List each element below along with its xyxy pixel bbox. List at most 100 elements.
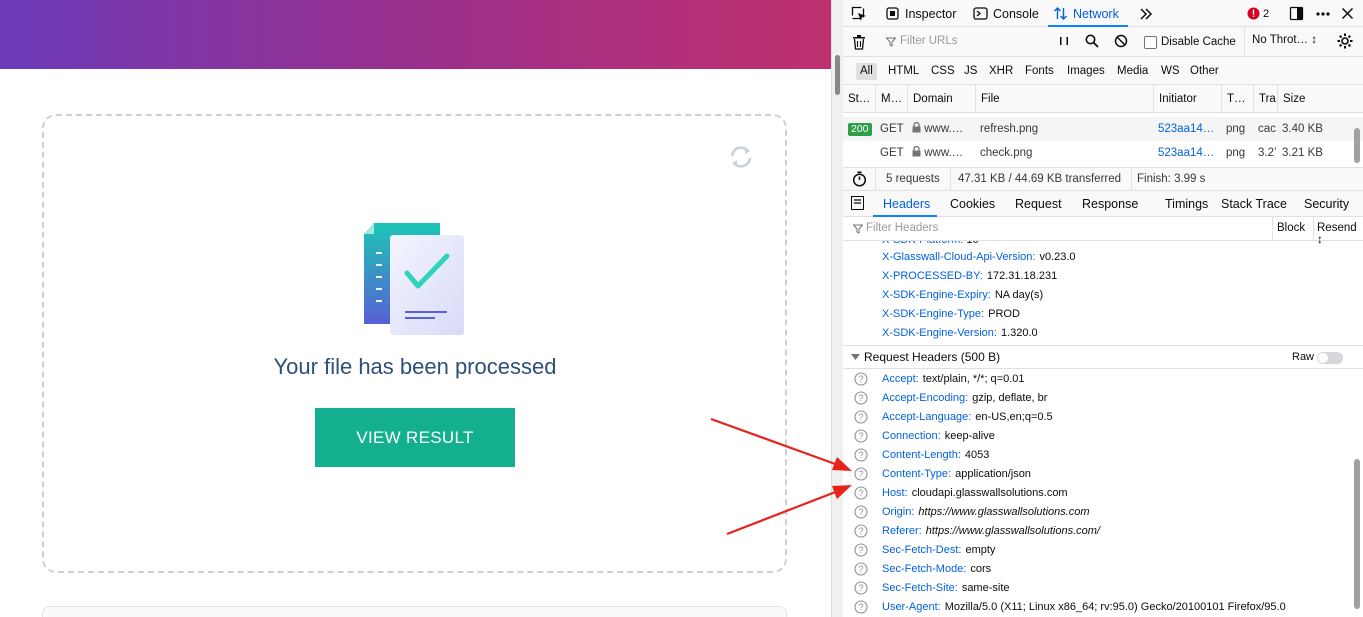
request-initiator[interactable]: 523aa14…	[1153, 141, 1221, 165]
help-icon[interactable]: ?	[854, 543, 868, 557]
help-icon[interactable]: ?	[854, 391, 868, 405]
request-initiator[interactable]: 523aa14…	[1153, 117, 1221, 141]
tab-headers[interactable]: Headers	[883, 191, 930, 217]
type-filter-media[interactable]: Media	[1113, 63, 1152, 80]
filter-headers-input[interactable]: Filter Headers	[866, 222, 938, 234]
tab-response[interactable]: Response	[1082, 191, 1138, 217]
devtools-menu-button[interactable]	[1315, 0, 1331, 27]
disable-cache-checkbox[interactable]: Disable Cache	[1144, 34, 1236, 50]
page-scrollbar[interactable]	[831, 0, 843, 617]
headers-scrollbar-thumb[interactable]	[1354, 459, 1360, 609]
column-file[interactable]: File	[975, 85, 1153, 113]
dock-options-button[interactable]	[1289, 0, 1304, 27]
tab-inspector[interactable]: Inspector	[885, 0, 956, 27]
type-filter-images[interactable]: Images	[1063, 63, 1109, 80]
request-header-row: Sec-Fetch-Dest: empty	[882, 541, 995, 560]
tab-request[interactable]: Request	[1015, 191, 1062, 217]
tab-cookies[interactable]: Cookies	[950, 191, 995, 217]
throttling-select[interactable]: No Throt… ↕	[1252, 34, 1317, 46]
request-headers-section[interactable]: Request Headers (500 B) Raw	[843, 345, 1363, 369]
filter-urls-input[interactable]: Filter URLs	[875, 30, 1051, 53]
request-header-row: Origin: https://www.glasswallsolutions.co…	[882, 503, 1090, 522]
header-filter-bar: Filter Headers Block Resend ↕	[843, 217, 1363, 246]
help-icon[interactable]: ?	[854, 372, 868, 386]
header-value: 1.320.0	[1000, 327, 1038, 339]
tab-stack-trace[interactable]: Stack Trace	[1221, 191, 1287, 217]
summary-finish: Finish: 3.99 s	[1137, 173, 1206, 185]
help-icon[interactable]: ?	[854, 410, 868, 424]
help-icon[interactable]: ?	[854, 562, 868, 576]
response-header-row: X-PROCESSED-BY: 172.31.18.231	[882, 267, 1057, 286]
request-domain: www.…	[907, 117, 975, 141]
search-button[interactable]	[1085, 34, 1099, 51]
error-counter[interactable]: 2	[1247, 0, 1269, 27]
help-icon[interactable]: ?	[854, 581, 868, 595]
type-filter-html[interactable]: HTML	[884, 63, 923, 80]
headers-panel: X-SDK-Platform: 10 X-Glasswall-Cloud-Api…	[843, 241, 1363, 617]
toggle-sidebar-button[interactable]	[851, 196, 864, 213]
tab-security[interactable]: Security	[1304, 191, 1349, 217]
clear-requests-button[interactable]	[852, 34, 866, 53]
request-header-row: Accept: text/plain, */*; q=0.01	[882, 370, 1025, 389]
type-filter-css[interactable]: CSS	[927, 63, 959, 80]
response-header-row: X-SDK-Engine-Type: PROD	[882, 305, 1020, 324]
type-filter-fonts[interactable]: Fonts	[1021, 63, 1058, 80]
type-filter-ws[interactable]: WS	[1157, 63, 1184, 80]
request-header-row: Content-Type: application/json	[882, 465, 1031, 484]
help-icon[interactable]: ?	[854, 524, 868, 538]
pause-recording-button[interactable]	[1058, 34, 1070, 51]
lock-icon	[912, 121, 921, 133]
checkbox-box[interactable]	[1144, 35, 1157, 49]
type-filter-xhr[interactable]: XHR	[985, 63, 1017, 80]
request-list-scrollbar[interactable]	[1354, 128, 1360, 163]
type-filter-js[interactable]: JS	[960, 63, 981, 80]
block-button[interactable]: Block	[1277, 222, 1305, 234]
tab-network[interactable]: Network	[1053, 0, 1119, 27]
block-requests-button[interactable]	[1114, 34, 1128, 51]
help-icon[interactable]: ?	[854, 505, 868, 519]
help-icon[interactable]: ?	[854, 486, 868, 500]
column-status[interactable]: St…	[843, 85, 875, 113]
element-picker-button[interactable]	[851, 0, 867, 27]
column-domain[interactable]: Domain	[907, 85, 975, 113]
tab-timings[interactable]: Timings	[1165, 191, 1208, 217]
request-size: 3.40 KB	[1282, 123, 1323, 135]
page-scrollbar-thumb[interactable]	[835, 55, 840, 95]
help-icon[interactable]: ?	[854, 429, 868, 443]
header-value: PROD	[988, 308, 1020, 320]
table-row[interactable]: GET www.… check.png 523aa14… png 3.2’ 3.…	[843, 141, 1363, 165]
help-icon[interactable]: ?	[854, 448, 868, 462]
raw-toggle[interactable]	[1317, 352, 1343, 364]
performance-analysis-button[interactable]	[852, 171, 867, 190]
divider	[1313, 217, 1314, 241]
column-type[interactable]: T…	[1221, 85, 1253, 113]
type-filter-all[interactable]: All	[856, 63, 877, 80]
request-table-header: St… M… Domain File Initiator T… Tra Size	[843, 85, 1363, 113]
request-type: png	[1226, 123, 1246, 135]
more-tools-button[interactable]	[1139, 0, 1153, 27]
table-row[interactable]: 200 GET www.… refresh.png 523aa14… png c…	[843, 117, 1363, 141]
column-size[interactable]: Size	[1277, 85, 1351, 113]
request-transferred: 3.2’	[1258, 147, 1277, 159]
header-name: Accept-Language:	[882, 411, 972, 423]
request-header-row: Connection: keep-alive	[882, 427, 995, 446]
tab-console[interactable]: Console	[973, 0, 1039, 27]
refresh-icon[interactable]	[728, 144, 754, 170]
close-icon	[1341, 7, 1354, 20]
network-settings-button[interactable]	[1337, 33, 1353, 52]
view-result-button[interactable]: VIEW RESULT	[315, 408, 515, 467]
headers-scrollbar[interactable]	[1351, 241, 1363, 617]
close-devtools-button[interactable]	[1341, 0, 1354, 27]
header-value: cors	[970, 563, 992, 575]
header-name: Referer:	[882, 525, 922, 537]
svg-text:?: ?	[858, 507, 863, 517]
type-filter-other[interactable]: Other	[1186, 63, 1223, 80]
column-transferred[interactable]: Tra	[1253, 85, 1277, 113]
request-headers-title: Request Headers (500 B)	[864, 350, 1001, 364]
column-initiator[interactable]: Initiator	[1153, 85, 1221, 113]
column-method[interactable]: M…	[875, 85, 907, 113]
tab-console-label: Console	[993, 6, 1039, 21]
request-header-row: Host: cloudapi.glasswallsolutions.com	[882, 484, 1068, 503]
help-icon[interactable]: ?	[854, 600, 868, 614]
help-icon[interactable]: ?	[854, 467, 868, 481]
